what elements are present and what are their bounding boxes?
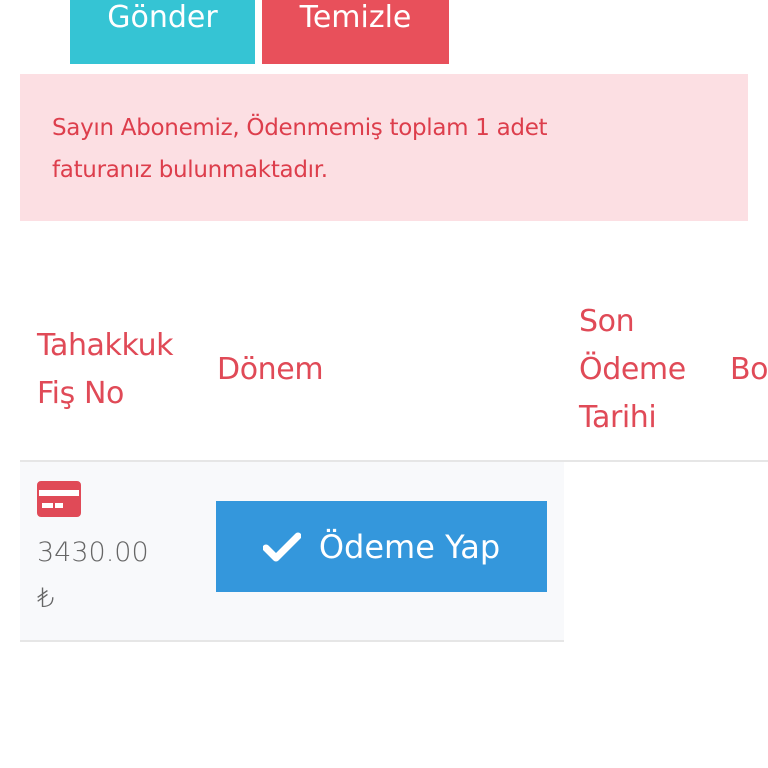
column-header-fis-no: Tahakkuk Fiş No [37,322,207,418]
clear-button[interactable]: Temizle [262,0,449,64]
column-header-son-odeme-tarihi: Son Ödeme Tarihi [579,298,709,442]
alert-text-line-2: faturanız bulunmaktadır. [52,157,328,183]
alert-text-line-1: Sayın Abonemiz, Ödenmemiş toplam 1 adet [52,115,548,141]
invoice-amount-value: 3430.00 [37,537,149,568]
send-button[interactable]: Gönder [70,0,255,64]
column-header-son-odeme-line-1: Son [579,304,635,339]
column-header-fis-no-line-1: Tahakkuk [37,328,174,363]
column-header-donem: Dönem [217,352,324,387]
pay-button-label: Ödeme Yap [318,527,501,566]
invoice-page: Gönder Temizle Sayın Abonemiz, Ödenmemiş… [0,0,768,768]
column-header-son-odeme-line-3: Tarihi [579,400,657,435]
column-header-borc: Bo [730,352,768,387]
send-button-label: Gönder [107,0,218,35]
credit-card-icon [37,481,81,517]
unpaid-invoices-alert: Sayın Abonemiz, Ödenmemiş toplam 1 adet … [20,74,748,221]
column-header-son-odeme-line-2: Ödeme [579,352,686,387]
column-header-fis-no-line-2: Fiş No [37,376,124,411]
check-icon [262,532,301,561]
table-row-divider [20,640,564,642]
clear-button-label: Temizle [299,0,412,35]
invoice-amount-currency: ₺ [37,583,55,614]
pay-button[interactable]: Ödeme Yap [216,501,547,592]
invoice-amount: 3430.00 ₺ [37,530,187,622]
